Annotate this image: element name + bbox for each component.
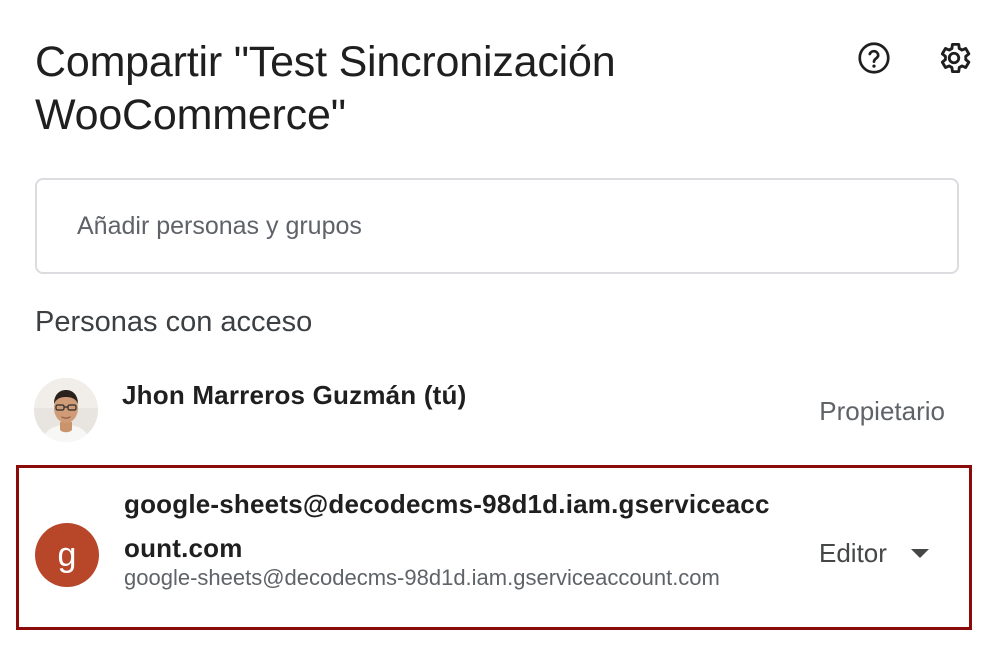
gear-icon[interactable] (934, 38, 974, 78)
caret-down-icon (910, 549, 929, 558)
dialog-title: Compartir "Test Sincronización WooCommer… (35, 38, 616, 139)
add-people-input[interactable] (35, 178, 959, 274)
people-with-access-heading: Personas con acceso (35, 306, 313, 338)
role-dropdown-label: Editor (819, 538, 887, 568)
person-email: google-sheets@decodecms-98d1d.iam.gservi… (124, 565, 720, 590)
role-owner-label: Propietario (819, 396, 945, 426)
share-dialog: Compartir "Test Sincronización WooCommer… (0, 0, 1002, 660)
role-dropdown[interactable]: Editor (819, 538, 929, 569)
avatar: g (35, 523, 99, 587)
avatar (34, 378, 98, 442)
help-icon[interactable] (854, 38, 894, 78)
person-row-owner: Jhon Marreros Guzmán (tú) Propietario (20, 368, 982, 454)
person-name: google-sheets@decodecms-98d1d.iam.gservi… (124, 489, 770, 563)
person-row-editor: g google-sheets@decodecms-98d1d.iam.gser… (16, 465, 972, 630)
person-name: Jhon Marreros Guzmán (tú) (122, 380, 467, 410)
